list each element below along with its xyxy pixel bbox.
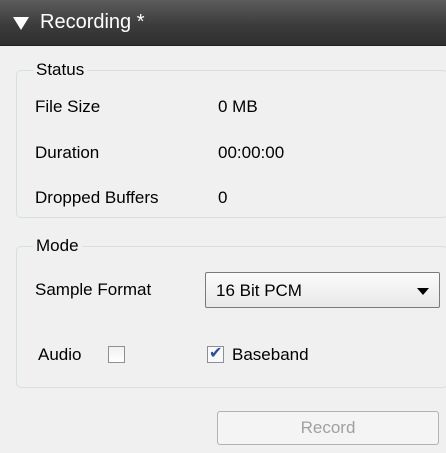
- status-group-title: Status: [33, 60, 88, 80]
- collapse-arrow-icon[interactable]: [13, 17, 29, 30]
- mode-groupbox: [16, 246, 446, 388]
- duration-value: 00:00:00: [218, 143, 285, 162]
- audio-label: Audio: [38, 345, 82, 364]
- dropped-buffers-value: 0: [218, 188, 228, 207]
- baseband-label: Baseband: [232, 345, 309, 364]
- check-icon: ✔: [209, 343, 223, 362]
- recording-panel-header[interactable]: Recording *: [0, 0, 446, 46]
- panel-title: Recording *: [40, 11, 145, 33]
- duration-label: Duration: [35, 143, 100, 162]
- dropped-buffers-label: Dropped Buffers: [35, 188, 159, 207]
- mode-group-title: Mode: [33, 236, 82, 256]
- audio-checkbox[interactable]: [108, 346, 125, 363]
- sample-format-select[interactable]: 16 Bit PCM: [205, 272, 440, 308]
- sample-format-value: 16 Bit PCM: [216, 281, 302, 300]
- record-button[interactable]: Record: [217, 411, 439, 445]
- chevron-down-icon[interactable]: [417, 288, 429, 295]
- sample-format-label: Sample Format: [35, 280, 152, 299]
- file-size-label: File Size: [35, 97, 101, 116]
- baseband-checkbox[interactable]: ✔: [207, 343, 224, 363]
- file-size-value: 0 MB: [218, 97, 258, 116]
